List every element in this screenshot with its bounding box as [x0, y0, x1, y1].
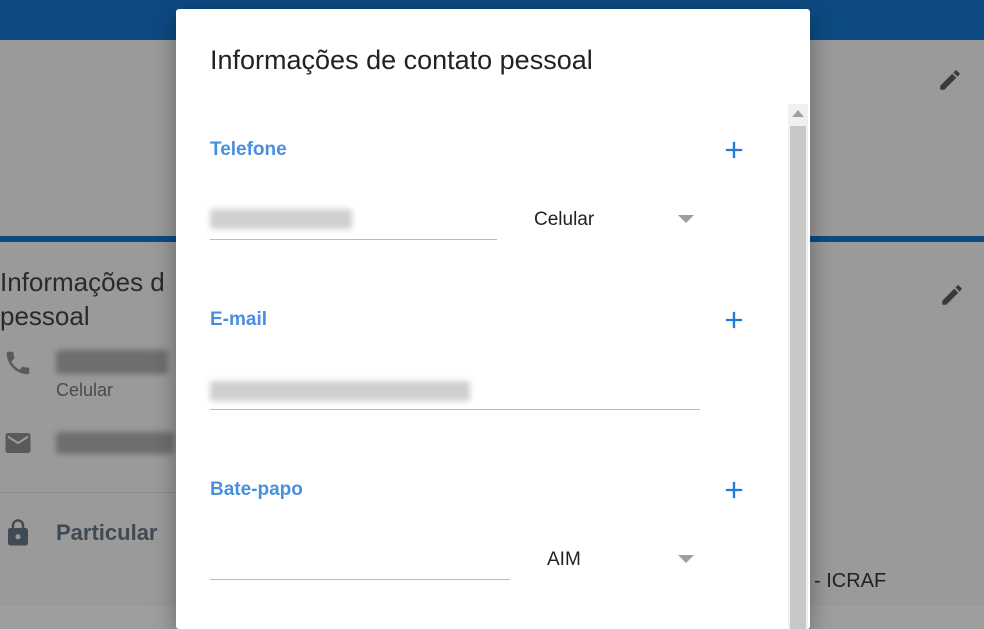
contact-card-title-line2: pessoal	[0, 301, 90, 331]
plus-icon	[725, 141, 743, 159]
chat-handle-input[interactable]	[210, 547, 514, 579]
divider	[0, 492, 175, 493]
add-email-button[interactable]	[720, 306, 748, 334]
scroll-up-arrow-icon[interactable]	[792, 110, 804, 117]
blurred-phone-number	[56, 350, 168, 374]
chevron-down-icon	[678, 215, 694, 223]
chat-service-select[interactable]: AIM	[547, 545, 697, 575]
phone-number-input[interactable]	[210, 209, 352, 229]
plus-icon	[725, 481, 743, 499]
phone-type-value: Celular	[534, 209, 595, 230]
contact-card-title: Informações d pessoal	[0, 265, 170, 333]
chat-service-value: AIM	[547, 549, 581, 570]
chat-section-label: Bate-papo	[210, 479, 303, 500]
pencil-icon[interactable]	[937, 67, 963, 93]
pencil-icon[interactable]	[939, 282, 965, 308]
email-input[interactable]	[210, 381, 470, 401]
lock-icon	[3, 518, 33, 548]
plus-icon	[725, 311, 743, 329]
email-section-label: E-mail	[210, 309, 268, 330]
phone-icon	[3, 348, 33, 378]
chat-input-underline	[210, 579, 510, 580]
footer-text: - ICRAF	[814, 570, 887, 592]
privacy-label: Particular	[56, 520, 158, 545]
phone-input-underline	[210, 239, 497, 240]
contact-card-title-line1: Informações d	[0, 267, 165, 297]
dialog-title: Informações de contato pessoal	[210, 45, 593, 75]
personal-contact-dialog: Informações de contato pessoal Telefone …	[176, 9, 810, 629]
add-chat-button[interactable]	[720, 476, 748, 504]
dialog-scrollbar[interactable]	[788, 104, 808, 629]
scroll-thumb[interactable]	[790, 126, 806, 629]
chevron-down-icon	[678, 555, 694, 563]
envelope-icon	[3, 428, 33, 458]
email-input-underline	[210, 409, 700, 410]
phone-type-select[interactable]: Celular	[534, 205, 694, 235]
phone-section-label: Telefone	[210, 139, 287, 160]
blurred-email	[56, 432, 174, 454]
phone-type-label: Celular	[56, 380, 114, 400]
add-phone-button[interactable]	[720, 136, 748, 164]
